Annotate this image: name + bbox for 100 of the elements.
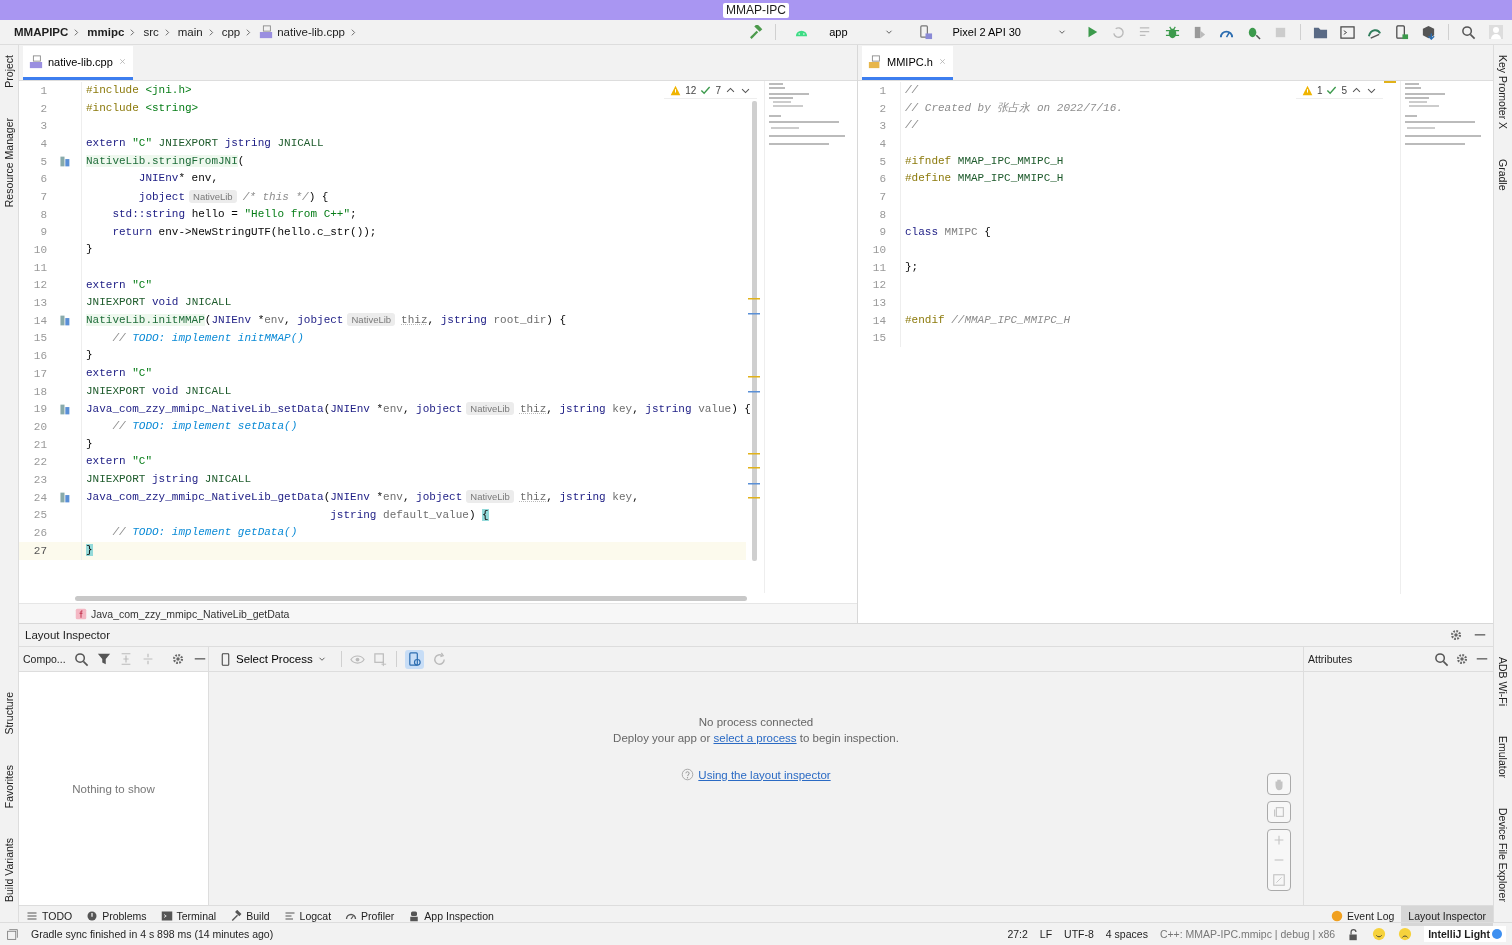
tool-window-tab[interactable]: Project	[3, 53, 15, 90]
pan-button[interactable]	[1267, 773, 1291, 795]
terminal-icon	[160, 910, 173, 922]
terminal-icon[interactable]	[1340, 24, 1355, 40]
code-line: jstring default_value) {	[329, 507, 489, 523]
breadcrumb-item[interactable]: MMAPIPC	[14, 26, 69, 38]
coverage-icon[interactable]	[1192, 24, 1207, 40]
line-number: 11	[32, 261, 47, 274]
line-number: 16	[32, 350, 47, 363]
tool-window-tab[interactable]: Build	[223, 906, 277, 926]
sad-face-icon[interactable]	[1398, 927, 1413, 941]
tool-window-tab[interactable]: Profiler	[338, 906, 402, 926]
layers-icon	[1272, 805, 1286, 819]
status-item[interactable]: 4 spaces	[1105, 928, 1148, 940]
tool-window-tab[interactable]: Build Variants	[3, 836, 15, 904]
cpp-file-icon	[259, 25, 274, 39]
refresh-icon[interactable]	[431, 651, 447, 667]
code-line: }	[86, 436, 93, 452]
theme-switcher[interactable]: IntelliJ Light	[1424, 926, 1506, 942]
search-icon[interactable]	[1461, 24, 1476, 40]
status-item[interactable]: LF	[1039, 928, 1053, 940]
line-number: 8	[878, 208, 886, 221]
tool-window-tab[interactable]: TODO	[19, 906, 80, 926]
status-item[interactable]: C++: MMAP-IPC.mmipc | debug | x86	[1159, 928, 1336, 940]
tool-window-tab[interactable]: Key Promoter X	[1497, 53, 1509, 132]
breadcrumb-item[interactable]: mmipc	[87, 26, 125, 38]
line-number: 6	[878, 173, 886, 186]
tool-window-tab[interactable]: Terminal	[153, 906, 224, 926]
check-icon	[700, 85, 712, 96]
line-number: 9	[878, 226, 886, 239]
editor-tab[interactable]: native-lib.cpp	[23, 46, 133, 80]
search-icon[interactable]	[1434, 651, 1449, 667]
function-breadcrumb[interactable]: Java_com_zzy_mmipc_NativeLib_getData	[91, 607, 290, 620]
happy-face-icon[interactable]	[1372, 927, 1387, 941]
close-icon[interactable]	[937, 57, 947, 66]
stack-icon[interactable]	[57, 402, 71, 416]
run-config-dropdown[interactable]: app	[788, 24, 900, 40]
tool-window-tab[interactable]: Gradle	[1497, 157, 1509, 193]
tool-window-tab[interactable]: Emulator	[1497, 734, 1509, 781]
help-link[interactable]: Using the layout inspector	[698, 768, 831, 781]
tool-window-tab[interactable]: Event Log	[1324, 906, 1402, 926]
rerun-icon[interactable]	[1111, 24, 1126, 40]
tool-window-tab[interactable]: Logcat	[276, 906, 339, 926]
code-line: //	[905, 118, 919, 134]
device-icon	[917, 24, 933, 40]
horizontal-scrollbar[interactable]	[75, 595, 747, 601]
tool-window-tab[interactable]: Problems	[79, 906, 154, 926]
line-number: 10	[871, 244, 886, 257]
live-updates-toggle[interactable]	[404, 649, 424, 669]
tool-window-tab[interactable]: App Inspection	[401, 906, 501, 926]
warning-count: 12	[685, 85, 697, 96]
select-process-dropdown[interactable]: Select Process	[213, 651, 333, 667]
breadcrumb-item[interactable]: native-lib.cpp	[277, 26, 345, 38]
line-number: 12	[32, 279, 47, 292]
help-icon	[681, 768, 695, 781]
code-line: extern "C"	[86, 277, 152, 293]
tool-window-tab[interactable]: Layout Inspector	[1401, 906, 1493, 926]
editor-tab[interactable]: MMIPC.h	[862, 46, 953, 80]
settings-icon[interactable]	[1449, 628, 1463, 642]
tool-window-tab[interactable]: Favorites	[3, 762, 15, 810]
stack-icon[interactable]	[57, 155, 71, 169]
select-process-link[interactable]: select a process	[713, 732, 797, 744]
line-number: 3	[39, 120, 47, 133]
stack-icon[interactable]	[57, 314, 71, 328]
package-icon[interactable]	[1421, 24, 1436, 40]
bug-icon[interactable]	[1165, 24, 1180, 40]
line-number: 11	[871, 261, 886, 274]
line-number: 14	[32, 314, 47, 327]
layers-button[interactable]	[1267, 801, 1291, 823]
status-item[interactable]: UTF-8	[1064, 928, 1094, 940]
close-icon[interactable]	[117, 57, 127, 66]
device-manager-icon[interactable]	[1394, 24, 1409, 40]
stack-icon[interactable]	[57, 491, 71, 505]
panel-toggle-icon[interactable]	[6, 927, 19, 941]
device-dropdown[interactable]: Pixel 2 API 30	[911, 24, 1073, 40]
chevron-icon	[244, 27, 254, 37]
line-number: 24	[32, 491, 47, 504]
breadcrumb-item[interactable]: main	[177, 26, 203, 38]
window-title: MMAP-IPC	[723, 2, 789, 18]
code-line: Java_com_zzy_mmipc_NativeLib_getData(JNIEnv *env, jobject NativeLib thiz, jstring key,	[86, 489, 639, 506]
line-number: 4	[39, 137, 47, 150]
filter-icon[interactable]	[96, 652, 111, 666]
line-number: 13	[32, 297, 47, 310]
tool-window-tab[interactable]: ADB Wi-Fi	[1497, 655, 1509, 709]
code-line: }	[86, 348, 93, 364]
phone-icon	[219, 652, 232, 666]
empty-message: Nothing to show	[72, 782, 155, 795]
code-line: //	[905, 83, 919, 98]
tool-window-tab[interactable]: Resource Manager	[3, 115, 15, 209]
settings-icon[interactable]	[1455, 652, 1469, 666]
hammer-icon[interactable]	[748, 24, 764, 40]
breadcrumb-item[interactable]: cpp	[221, 26, 241, 38]
search-icon[interactable]	[73, 651, 89, 667]
robot-icon	[408, 910, 421, 922]
panel-title: Attributes	[1308, 653, 1354, 665]
settings-icon[interactable]	[170, 652, 185, 666]
tool-window-tab[interactable]: Structure	[3, 690, 15, 737]
breadcrumb-item[interactable]: src	[143, 26, 159, 38]
status-item[interactable]: 27:2	[1007, 928, 1028, 940]
tool-window-tab[interactable]: Device File Explorer	[1497, 806, 1509, 904]
